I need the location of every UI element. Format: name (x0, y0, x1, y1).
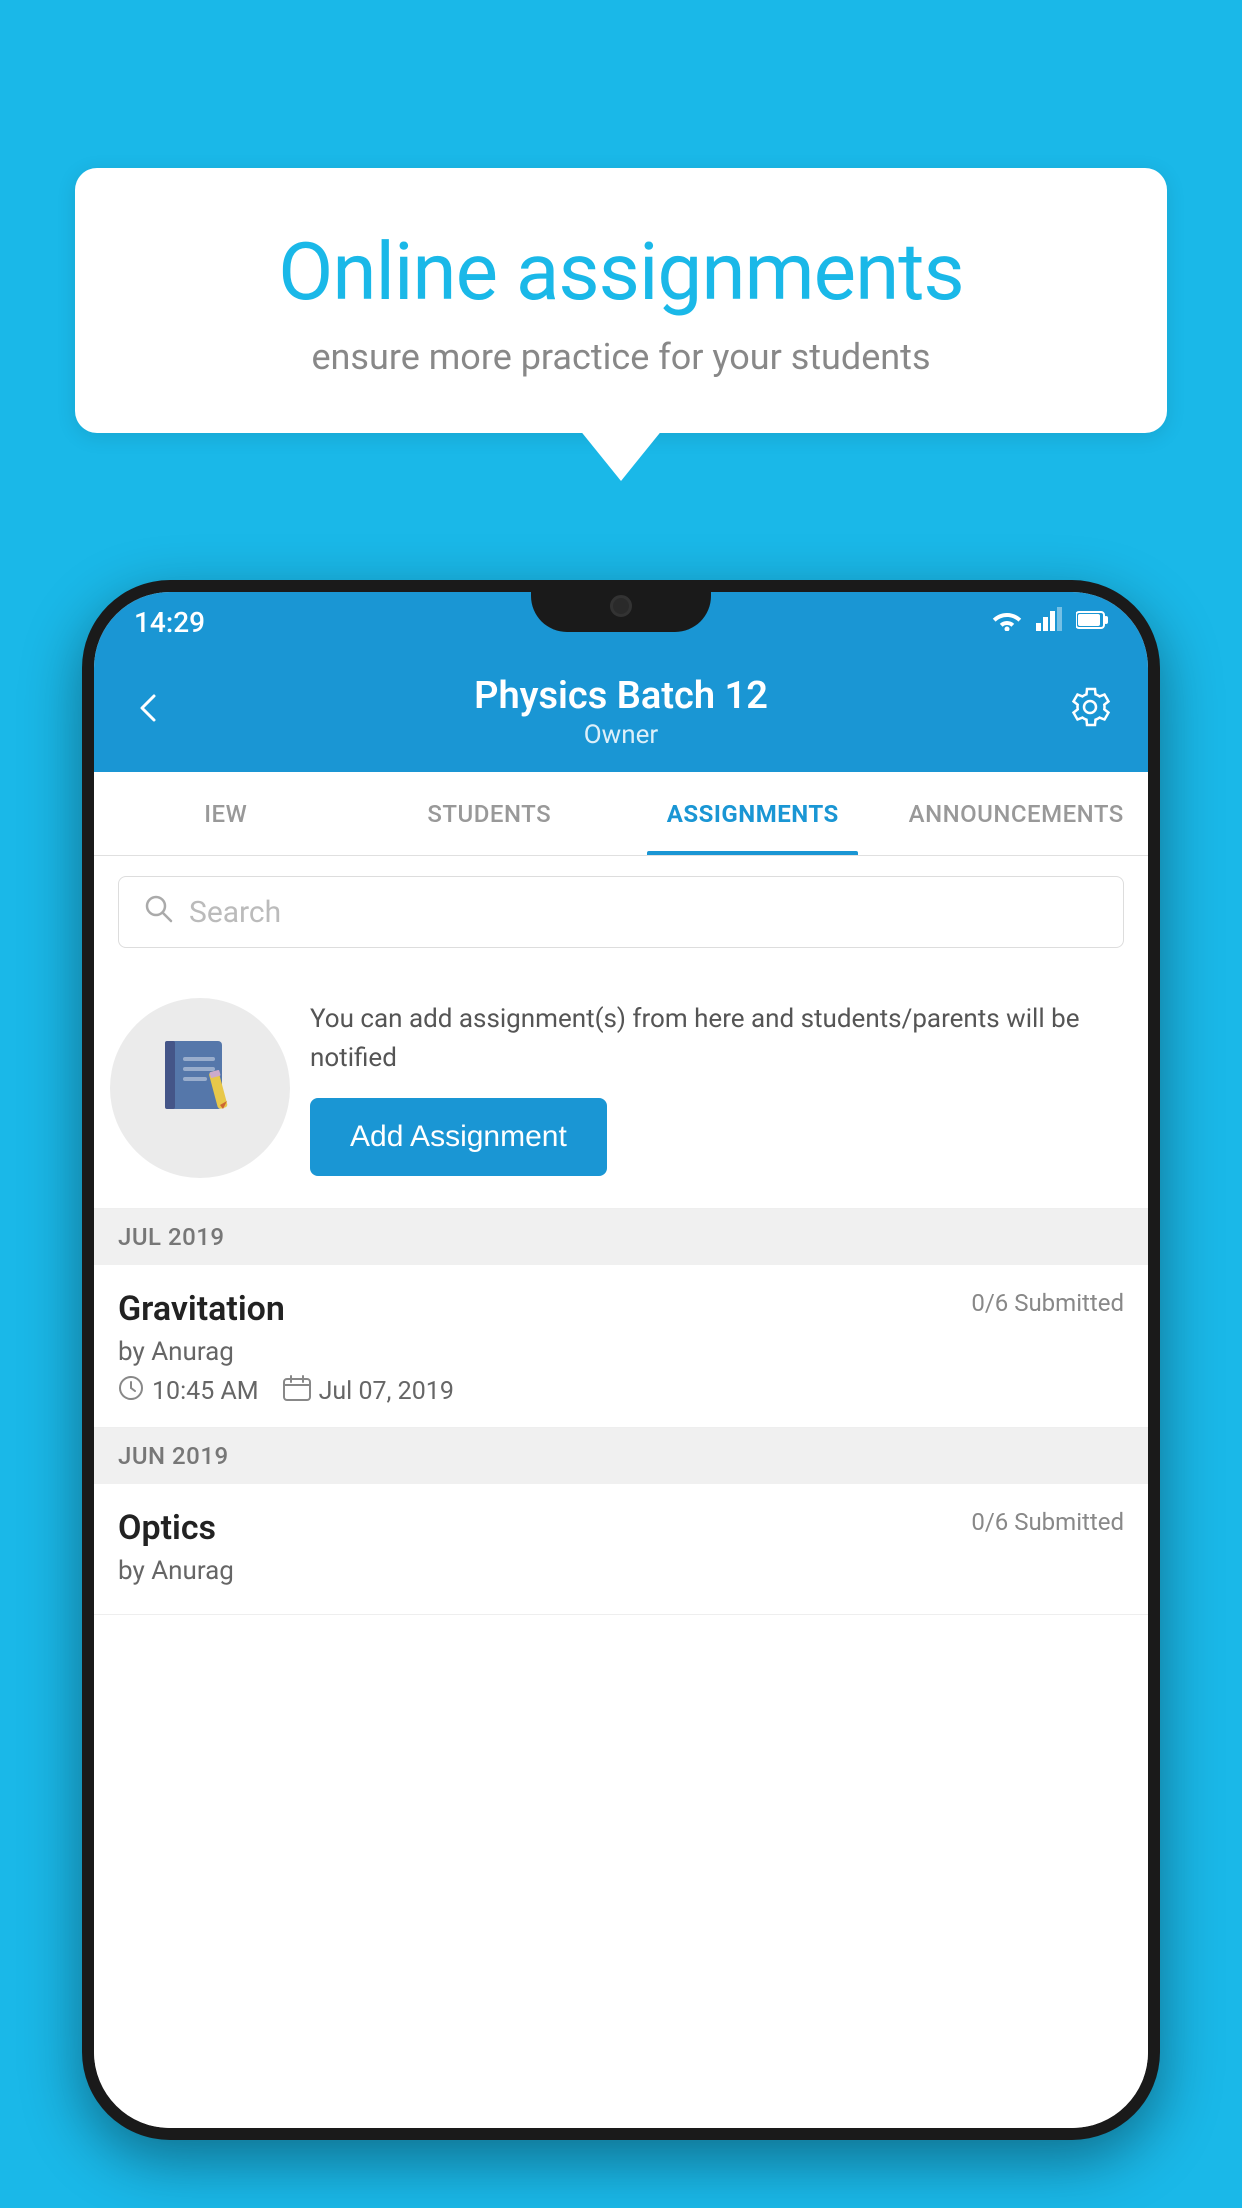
notch-camera (610, 595, 632, 617)
assignment-item-gravitation[interactable]: Gravitation 0/6 Submitted by Anurag (94, 1265, 1148, 1428)
assignment-name: Gravitation (118, 1289, 285, 1329)
assignment-date: Jul 07, 2019 (319, 1377, 454, 1406)
phone-wrapper: 14:29 (82, 580, 1160, 2208)
notebook-icon (155, 1033, 245, 1143)
assignment-name-optics: Optics (118, 1508, 216, 1548)
search-icon (143, 893, 173, 931)
promo-icon-wrap (110, 998, 290, 1178)
wifi-icon (992, 607, 1022, 637)
speech-bubble: Online assignments ensure more practice … (75, 168, 1167, 433)
tab-iew[interactable]: IEW (94, 772, 358, 855)
header-center: Physics Batch 12 Owner (194, 674, 1048, 750)
status-icons (992, 607, 1108, 637)
assignment-item-optics[interactable]: Optics 0/6 Submitted by Anurag (94, 1484, 1148, 1615)
assignment-header-optics: Optics 0/6 Submitted (118, 1508, 1124, 1548)
search-placeholder: Search (189, 895, 281, 930)
search-container: Search (94, 856, 1148, 968)
detail-date: Jul 07, 2019 (283, 1375, 454, 1407)
assignment-by-optics: by Anurag (118, 1556, 1124, 1586)
phone-notch (531, 580, 711, 632)
assignment-time: 10:45 AM (152, 1377, 259, 1406)
search-bar[interactable]: Search (118, 876, 1124, 948)
settings-button[interactable] (1048, 685, 1112, 739)
signal-icon (1036, 607, 1062, 637)
clock-icon (118, 1375, 144, 1407)
bubble-title: Online assignments (145, 228, 1097, 316)
battery-icon (1076, 608, 1108, 636)
header-title: Physics Batch 12 (194, 674, 1048, 718)
assignment-header: Gravitation 0/6 Submitted (118, 1289, 1124, 1329)
month-separator-jun: JUN 2019 (94, 1428, 1148, 1484)
bubble-subtitle: ensure more practice for your students (145, 336, 1097, 378)
content-area: Search (94, 856, 1148, 2128)
detail-time: 10:45 AM (118, 1375, 259, 1407)
tab-assignments[interactable]: ASSIGNMENTS (621, 772, 885, 855)
promo-right: You can add assignment(s) from here and … (310, 1000, 1124, 1176)
tab-announcements[interactable]: ANNOUNCEMENTS (885, 772, 1149, 855)
assignment-details: 10:45 AM Jul 07, 201 (118, 1375, 1124, 1407)
tab-students[interactable]: STUDENTS (358, 772, 622, 855)
phone-screen: 14:29 (94, 592, 1148, 2128)
assignment-by: by Anurag (118, 1337, 1124, 1367)
add-assignment-button[interactable]: Add Assignment (310, 1098, 607, 1176)
phone-outer: 14:29 (82, 580, 1160, 2140)
calendar-icon (283, 1375, 311, 1407)
app-header: Physics Batch 12 Owner (94, 652, 1148, 772)
assignment-submitted: 0/6 Submitted (971, 1289, 1124, 1317)
assignment-submitted-optics: 0/6 Submitted (971, 1508, 1124, 1536)
promo-section: You can add assignment(s) from here and … (94, 968, 1148, 1209)
back-button[interactable] (130, 688, 194, 737)
promo-description: You can add assignment(s) from here and … (310, 1000, 1124, 1078)
header-subtitle: Owner (194, 720, 1048, 750)
tab-bar: IEW STUDENTS ASSIGNMENTS ANNOUNCEMENTS (94, 772, 1148, 856)
month-separator-jul: JUL 2019 (94, 1209, 1148, 1265)
